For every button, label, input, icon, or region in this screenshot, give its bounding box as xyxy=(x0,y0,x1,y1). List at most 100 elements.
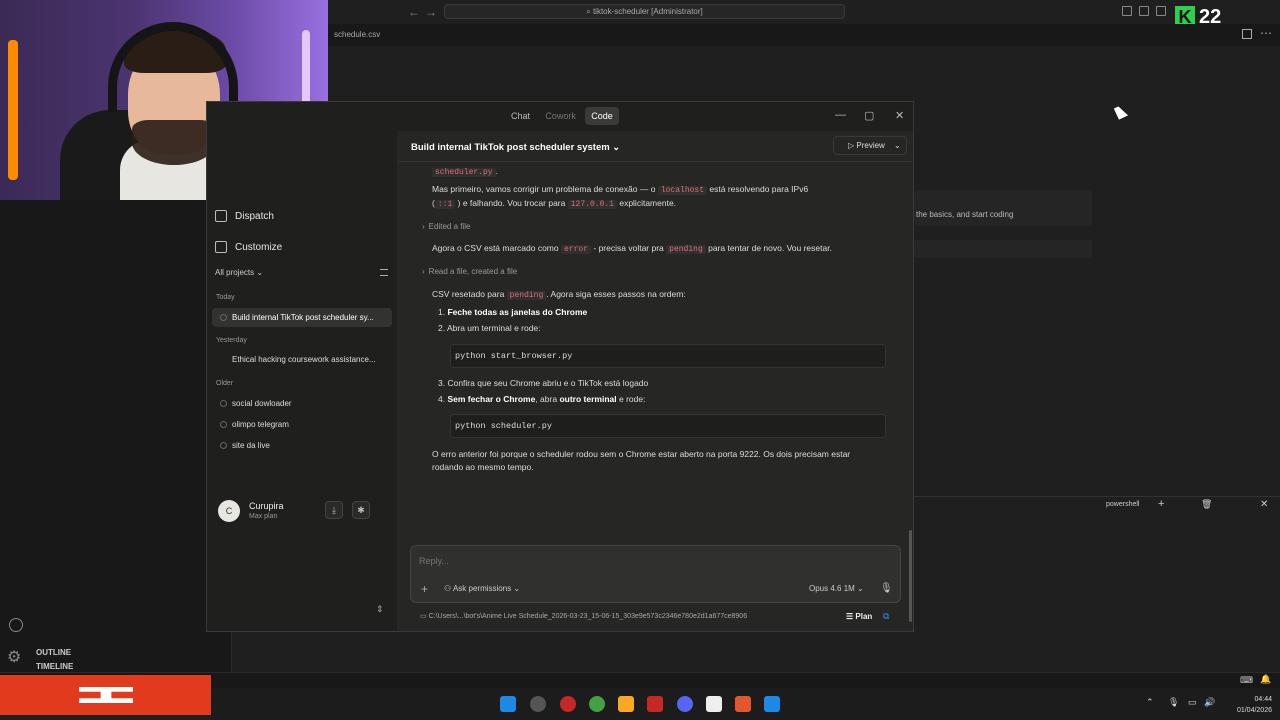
step-text: Feche todas as janelas do Chrome xyxy=(447,307,588,317)
text: . Agora siga esses passos na ordem: xyxy=(546,289,686,299)
plan-button[interactable]: ☰ Plan xyxy=(846,612,872,621)
remote-icon[interactable]: ⌨ xyxy=(1240,675,1253,686)
trash-icon[interactable]: 🗑 xyxy=(1201,499,1212,510)
conversation-item[interactable]: Ethical hacking coursework assistance... xyxy=(212,350,392,369)
step-text: e rode: xyxy=(618,394,646,404)
code-block[interactable]: python start_browser.py xyxy=(450,344,886,368)
windows-start-icon[interactable] xyxy=(500,696,516,712)
group-yesterday: Yesterday xyxy=(216,337,247,344)
file-explorer-icon[interactable] xyxy=(618,696,634,712)
microphone-tray-icon[interactable]: 🎙 xyxy=(1168,697,1179,708)
app-icon-2[interactable] xyxy=(706,696,722,712)
minimize-icon[interactable]: — xyxy=(835,109,846,121)
scrollbar[interactable] xyxy=(909,530,912,622)
claude-titlebar: Chat Cowork Code — ▢ ✕ xyxy=(207,102,913,131)
forward-arrow-icon[interactable]: → xyxy=(425,5,437,19)
tray-chevron-icon[interactable]: ⌃ xyxy=(1146,697,1154,708)
editor-tabbar: schedule.csv ⋯ xyxy=(328,24,1280,46)
text: Mas primeiro, vamos corrigir um problema… xyxy=(432,184,656,194)
inline-code: localhost xyxy=(657,186,708,195)
reply-box: + ⚇ Ask permissions ⌄ Opus 4.6 1M ⌄ 🎙 xyxy=(410,545,901,603)
path-text: C:\Users\...\bot's\Anime Live Schedule_2… xyxy=(428,613,748,620)
microphone-icon[interactable]: 🎙 xyxy=(880,583,893,594)
user-plan: Max plan xyxy=(249,513,278,520)
conversation-status-icon xyxy=(220,442,227,449)
filter-icon[interactable] xyxy=(380,269,388,276)
discord-icon[interactable] xyxy=(677,696,693,712)
network-icon[interactable]: ▭ xyxy=(1188,697,1197,708)
terminal-name[interactable]: powershell xyxy=(1106,501,1139,508)
bell-icon[interactable]: 🔔 xyxy=(1260,674,1271,685)
conversation-item[interactable]: site da live xyxy=(212,436,392,455)
app-icon-netflix[interactable] xyxy=(647,696,663,712)
group-older: Older xyxy=(216,380,234,387)
toggle-panel-icon[interactable] xyxy=(1156,6,1166,16)
inline-code: 127.0.0.1 xyxy=(567,200,617,209)
step-4: 4. Sem fechar o Chrome, abra outro termi… xyxy=(438,394,646,404)
conversation-item[interactable]: Build internal TikTok post scheduler sy.… xyxy=(212,308,392,327)
step-3: 3. Confira que seu Chrome abriu e o TikT… xyxy=(438,378,649,388)
code-block[interactable]: python scheduler.py xyxy=(450,414,886,438)
taskbar-clock[interactable]: 04:44 01/04/2026 xyxy=(1222,694,1272,716)
bug-icon[interactable]: ✱ xyxy=(352,501,370,519)
settings-gear-icon[interactable]: ⚙ xyxy=(7,647,21,667)
timeline-section[interactable]: TIMELINE xyxy=(36,662,73,671)
welcome-hint: the basics, and start coding xyxy=(916,210,1014,219)
conversation-title-dropdown[interactable]: Build internal TikTok post scheduler sys… xyxy=(411,142,620,153)
app-icon-1[interactable] xyxy=(530,696,546,712)
permissions-dropdown[interactable]: ⚇ Ask permissions ⌄ xyxy=(444,584,520,593)
avatar[interactable]: C xyxy=(218,500,240,522)
step-text: Confira que seu Chrome abriu e o TikTok … xyxy=(447,378,649,388)
back-arrow-icon[interactable]: ← xyxy=(408,5,420,19)
message-fragment: scheduler.py. xyxy=(432,165,902,179)
vscode-icon[interactable] xyxy=(764,696,780,712)
assistant-message: CSV resetado para pending. Agora siga es… xyxy=(432,288,902,302)
all-projects-dropdown[interactable]: All projects ⌄ xyxy=(215,268,263,277)
mode-switcher: Chat Cowork Code xyxy=(505,107,619,127)
add-attachment-icon[interactable]: + xyxy=(421,582,428,596)
permissions-label: Ask permissions xyxy=(452,584,512,593)
split-editor-icon[interactable] xyxy=(1242,29,1252,39)
chevron-down-icon[interactable]: ⌄ xyxy=(894,137,901,154)
new-terminal-icon[interactable]: + xyxy=(1158,498,1164,510)
assistant-message: O erro anterior foi porque o scheduler r… xyxy=(432,449,851,472)
model-selector[interactable]: Opus 4.6 1M ⌄ xyxy=(809,584,864,593)
layout-icon[interactable] xyxy=(1122,6,1132,16)
all-projects-label: All projects xyxy=(215,268,255,277)
tab-chat[interactable]: Chat xyxy=(505,107,536,125)
inline-code: error xyxy=(561,245,592,254)
volume-icon[interactable]: 🔊 xyxy=(1204,697,1215,708)
more-actions-icon[interactable]: ⋯ xyxy=(1260,26,1272,40)
text: Agora o CSV está marcado como xyxy=(432,243,559,253)
conversation-title: social dowloader xyxy=(232,399,292,408)
maximize-icon[interactable]: ▢ xyxy=(864,109,874,122)
close-panel-icon[interactable]: ✕ xyxy=(1260,499,1268,510)
claude-app-icon[interactable] xyxy=(735,696,751,712)
close-icon[interactable]: ✕ xyxy=(895,109,904,122)
tool-call-read-created[interactable]: Read a file, created a file xyxy=(422,265,518,278)
reply-input[interactable] xyxy=(419,556,779,566)
plan-label: Plan xyxy=(855,612,873,621)
editor-tab-schedule-csv[interactable]: schedule.csv xyxy=(328,24,386,46)
tab-code[interactable]: Code xyxy=(585,107,619,125)
working-directory[interactable]: ▭ C:\Users\...\bot's\Anime Live Schedule… xyxy=(420,612,747,620)
vscode-link-icon[interactable]: ⧉ xyxy=(883,611,889,622)
outline-section[interactable]: OUTLINE xyxy=(36,648,71,657)
download-icon[interactable]: ⤓ xyxy=(325,501,343,519)
opera-icon[interactable] xyxy=(560,696,576,712)
nav-customize[interactable]: Customize xyxy=(215,241,282,253)
account-icon[interactable] xyxy=(9,618,23,632)
nav-dispatch-label: Dispatch xyxy=(235,210,274,222)
expand-icon[interactable]: ⇕ xyxy=(376,604,384,615)
tab-cowork[interactable]: Cowork xyxy=(539,107,582,125)
chrome-icon[interactable] xyxy=(589,696,605,712)
step-2: 2. Abra um terminal e rode: xyxy=(438,323,541,333)
stream-logo-icon xyxy=(79,687,133,703)
tool-call-edited-file[interactable]: Edited a file xyxy=(422,220,471,233)
conversation-item[interactable]: olimpo telegram xyxy=(212,415,392,434)
preview-button[interactable]: ▷ Preview ⌄ xyxy=(833,136,907,155)
toggle-sidebar-icon[interactable] xyxy=(1139,6,1149,16)
conversation-item[interactable]: social dowloader xyxy=(212,394,392,413)
command-center-search[interactable]: ⌕ tiktok-scheduler [Administrator] xyxy=(444,4,845,19)
nav-dispatch[interactable]: Dispatch xyxy=(215,210,274,222)
